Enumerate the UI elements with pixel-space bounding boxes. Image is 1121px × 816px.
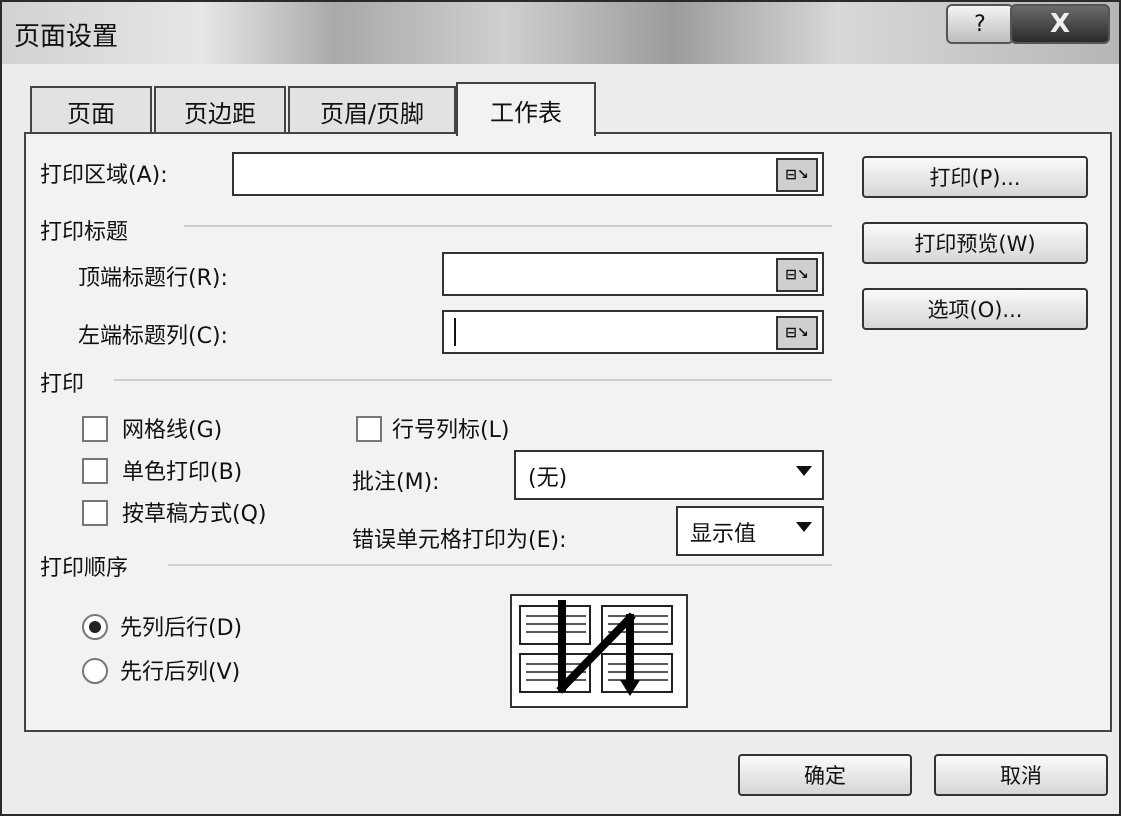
page-order-icon: [519, 600, 673, 696]
draft-label: 按草稿方式(Q): [122, 502, 267, 527]
help-button[interactable]: ?: [946, 4, 1014, 44]
draft-checkbox[interactable]: [82, 500, 108, 526]
left-cols-label: 左端标题列(C):: [78, 324, 228, 349]
comments-label: 批注(M):: [352, 470, 440, 495]
page-order-heading: 打印顺序: [40, 556, 129, 581]
dialog-title: 页面设置: [14, 22, 119, 52]
cell-errors-select[interactable]: 显示值: [676, 506, 824, 556]
top-rows-label: 顶端标题行(R):: [78, 266, 228, 291]
down-then-over-label: 先列后行(D): [120, 616, 243, 641]
print-heading: 打印: [40, 372, 85, 397]
close-icon: X: [1049, 9, 1071, 39]
page-order-preview: [510, 594, 688, 708]
down-then-over-radio[interactable]: [82, 614, 108, 640]
cancel-button[interactable]: 取消: [934, 754, 1108, 796]
tab-header-footer[interactable]: 页眉/页脚: [288, 86, 456, 134]
ok-button[interactable]: 确定: [738, 754, 912, 796]
options-button[interactable]: 选项(O)...: [862, 288, 1088, 330]
comments-value: (无): [528, 466, 568, 491]
divider: [184, 225, 832, 227]
divider: [168, 564, 832, 566]
text-caret: [454, 318, 456, 346]
title-bar: 页面设置 ? X: [2, 2, 1119, 64]
close-button[interactable]: X: [1010, 4, 1110, 44]
cell-errors-label: 错误单元格打印为(E):: [352, 528, 567, 553]
print-titles-heading: 打印标题: [40, 220, 129, 245]
gridlines-checkbox[interactable]: [82, 416, 108, 442]
comments-select[interactable]: (无): [514, 450, 824, 500]
cell-errors-value: 显示值: [690, 522, 757, 547]
page-setup-dialog: 页面设置 ? X 页面 页边距 页眉/页脚 工作表 打印区域(A): ⊟↘ 打印…: [0, 0, 1121, 816]
tab-sheet[interactable]: 工作表: [456, 82, 596, 136]
print-area-input[interactable]: ⊟↘: [232, 152, 824, 196]
gridlines-label: 网格线(G): [122, 418, 223, 443]
left-cols-input[interactable]: ⊟↘: [442, 310, 824, 354]
dropdown-arrow-icon: [796, 466, 812, 476]
help-icon: ?: [974, 11, 986, 37]
row-col-headers-checkbox[interactable]: [356, 416, 382, 442]
range-select-icon[interactable]: ⊟↘: [776, 316, 818, 350]
range-select-icon[interactable]: ⊟↘: [776, 258, 818, 292]
print-preview-button[interactable]: 打印预览(W): [862, 222, 1088, 264]
print-button[interactable]: 打印(P)...: [862, 156, 1088, 198]
tab-margins[interactable]: 页边距: [154, 86, 286, 134]
black-white-label: 单色打印(B): [122, 460, 243, 485]
over-then-down-label: 先行后列(V): [120, 660, 241, 685]
divider: [114, 379, 832, 381]
print-area-label: 打印区域(A):: [40, 163, 168, 188]
row-col-headers-label: 行号列标(L): [392, 418, 510, 443]
over-then-down-radio[interactable]: [82, 658, 108, 684]
tab-page[interactable]: 页面: [30, 86, 152, 134]
top-rows-input[interactable]: ⊟↘: [442, 252, 824, 296]
dropdown-arrow-icon: [796, 522, 812, 532]
range-select-icon[interactable]: ⊟↘: [776, 158, 818, 192]
black-white-checkbox[interactable]: [82, 458, 108, 484]
